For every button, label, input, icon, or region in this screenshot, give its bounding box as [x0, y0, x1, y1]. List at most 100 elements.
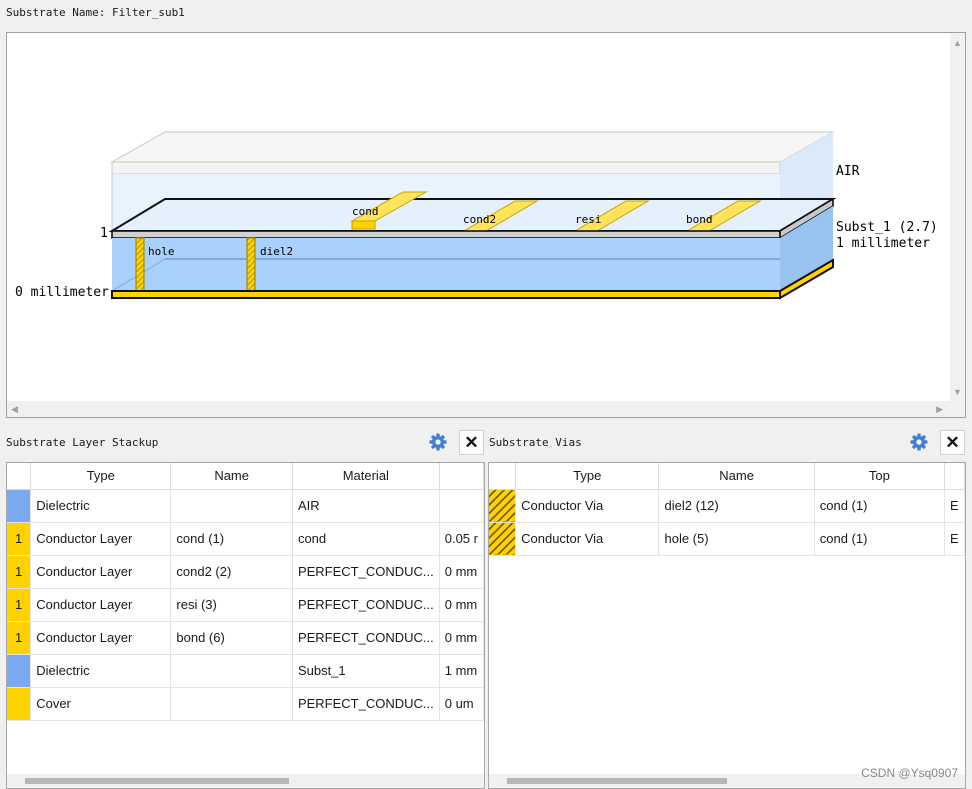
vias-table[interactable]: Type Name Top Conductor Via diel2 (12) cond … — [488, 462, 966, 789]
layer-color-marker — [7, 654, 32, 688]
viewer-vertical-scrollbar[interactable]: ▲ ▼ — [950, 33, 965, 403]
stackup-cell-name: resi (3) — [170, 588, 293, 622]
vias-column-header[interactable]: Top — [814, 463, 945, 490]
scroll-right-icon[interactable]: ▶ — [936, 404, 943, 414]
stackup-row[interactable]: 1 Conductor Layer resi (3) PERFECT_CONDUC..… — [7, 588, 484, 622]
label-resi: resi — [575, 213, 602, 226]
cover-layer — [111, 290, 781, 299]
via-row[interactable]: Conductor Via diel2 (12) cond (1) E — [489, 489, 965, 523]
watermark: CSDN @Ysq0907 — [861, 766, 958, 780]
stackup-cell-material: PERFECT_CONDUC... — [292, 588, 440, 622]
layer-color-marker: 1 — [7, 621, 32, 655]
close-icon: ✕ — [464, 432, 479, 452]
stackup-cell-name — [170, 489, 293, 523]
air-top-face — [110, 131, 835, 163]
layer-color-marker — [7, 489, 32, 523]
scroll-up-icon[interactable]: ▲ — [953, 38, 962, 48]
via-cell-type: Conductor Via — [515, 522, 660, 556]
label-zero: 0 millimeter — [15, 285, 109, 300]
substrate-name-label: Substrate Name: Filter_sub1 — [6, 6, 185, 19]
stackup-column-header[interactable]: Material — [292, 463, 440, 490]
label-cond2: cond2 — [463, 213, 496, 226]
stackup-settings-gear-icon[interactable] — [428, 432, 448, 452]
stackup-cell-extra: 0 mm — [439, 588, 484, 622]
stackup-column-header[interactable]: Type — [30, 463, 172, 490]
via-cell-top: cond (1) — [814, 522, 945, 556]
layer-color-marker: 1 — [7, 555, 32, 589]
label-layer-index: 1 — [100, 226, 108, 241]
stackup-cell-type: Conductor Layer — [30, 588, 172, 622]
close-icon: ✕ — [945, 432, 960, 452]
stackup-column-header[interactable] — [7, 463, 32, 490]
stackup-cell-material: AIR — [292, 489, 440, 523]
scroll-left-icon[interactable]: ◀ — [11, 404, 18, 414]
stackup-column-header[interactable]: Name — [170, 463, 293, 490]
via-cell-extra: E — [944, 489, 965, 523]
stackup-cell-name: cond (1) — [170, 522, 293, 556]
via-hole — [135, 237, 145, 292]
stackup-cell-name: cond2 (2) — [170, 555, 293, 589]
stackup-cell-name — [170, 654, 293, 688]
stackup-cell-material: Subst_1 — [292, 654, 440, 688]
label-subst: Subst_1 (2.7) — [836, 220, 938, 235]
stackup-row[interactable]: 1 Conductor Layer cond2 (2) PERFECT_CONDUC.… — [7, 555, 484, 589]
stackup-panel-title: Substrate Layer Stackup — [6, 436, 159, 449]
via-hatch-icon — [489, 489, 517, 523]
label-thickness: 1 millimeter — [836, 236, 930, 251]
stackup-cell-name — [170, 687, 293, 721]
stackup-column-header[interactable] — [439, 463, 484, 490]
scroll-down-icon[interactable]: ▼ — [953, 387, 962, 397]
via-row[interactable]: Conductor Via hole (5) cond (1) E — [489, 522, 965, 556]
stackup-row[interactable]: 1 Conductor Layer cond (1) cond 0.05 r — [7, 522, 484, 556]
stackup-cell-material: cond — [292, 522, 440, 556]
label-bond: bond — [686, 213, 713, 226]
via-hatch-icon — [489, 522, 517, 556]
stackup-cell-extra — [439, 489, 484, 523]
substrate-diagram: AIR Subst_1 (2.7) 1 millimeter 0 millime… — [15, 131, 938, 300]
vias-settings-gear-icon[interactable] — [909, 432, 929, 452]
stackup-cell-type: Conductor Layer — [30, 555, 172, 589]
vias-column-header[interactable] — [489, 463, 517, 490]
vias-column-header[interactable]: Type — [515, 463, 660, 490]
substrate-3d-view[interactable]: AIR Subst_1 (2.7) 1 millimeter 0 millime… — [6, 32, 966, 418]
stackup-row[interactable]: Cover PERFECT_CONDUC... 0 um — [7, 687, 484, 721]
via-cell-type: Conductor Via — [515, 489, 660, 523]
via-cell-name: hole (5) — [658, 522, 815, 556]
scrollbar-thumb[interactable] — [507, 778, 727, 784]
layer-color-marker: 1 — [7, 588, 32, 622]
stackup-cell-type: Conductor Layer — [30, 522, 172, 556]
via-cell-extra: E — [944, 522, 965, 556]
stackup-cell-extra: 0 mm — [439, 621, 484, 655]
stackup-cell-type: Dielectric — [30, 489, 172, 523]
layer-color-marker — [7, 687, 32, 721]
stackup-close-button[interactable]: ✕ — [459, 430, 484, 455]
stackup-cell-material: PERFECT_CONDUC... — [292, 621, 440, 655]
layer-color-marker: 1 — [7, 522, 32, 556]
stackup-cell-name: bond (6) — [170, 621, 293, 655]
dielectric-front-face — [112, 238, 780, 291]
stackup-row[interactable]: 1 Conductor Layer bond (6) PERFECT_CONDUC..… — [7, 621, 484, 655]
air-top-edge — [111, 161, 781, 175]
stackup-table[interactable]: Type Name Material Dielectric AIR 1 Conductor… — [6, 462, 485, 789]
label-hole: hole — [148, 245, 175, 258]
stackup-cell-extra: 0.05 r — [439, 522, 484, 556]
stackup-row[interactable]: Dielectric AIR — [7, 489, 484, 523]
layer1-edge — [111, 230, 781, 239]
vias-column-header[interactable] — [944, 463, 965, 490]
stackup-row[interactable]: Dielectric Subst_1 1 mm — [7, 654, 484, 688]
stackup-cell-type: Conductor Layer — [30, 621, 172, 655]
vias-close-button[interactable]: ✕ — [940, 430, 965, 455]
via-cell-top: cond (1) — [814, 489, 945, 523]
stackup-cell-type: Cover — [30, 687, 172, 721]
scrollbar-thumb[interactable] — [25, 778, 289, 784]
label-diel2: diel2 — [260, 245, 293, 258]
stackup-cell-material: PERFECT_CONDUC... — [292, 555, 440, 589]
stackup-horizontal-scrollbar[interactable] — [7, 774, 484, 788]
via-cell-name: diel2 (12) — [658, 489, 815, 523]
label-air: AIR — [836, 164, 860, 179]
stackup-cell-extra: 1 mm — [439, 654, 484, 688]
vias-column-header[interactable]: Name — [658, 463, 815, 490]
viewer-horizontal-scrollbar[interactable]: ◀ ▶ — [7, 401, 965, 417]
vias-panel-title: Substrate Vias — [489, 436, 582, 449]
stackup-cell-extra: 0 mm — [439, 555, 484, 589]
